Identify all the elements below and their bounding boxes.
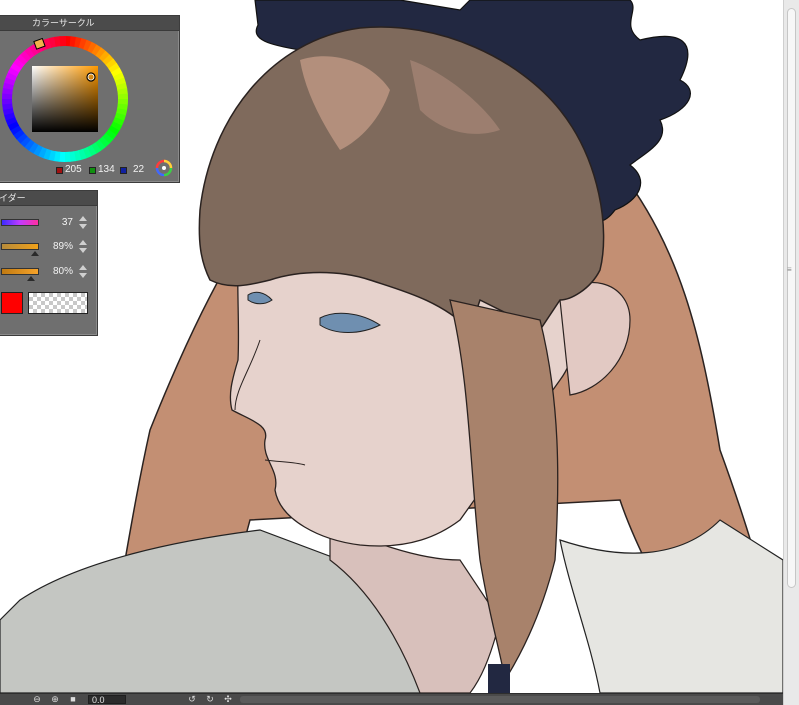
sub-color-swatch[interactable] (28, 292, 88, 314)
spin-down-icon[interactable] (79, 248, 87, 253)
saturation-marker[interactable] (30, 251, 39, 256)
saturation-value[interactable]: 89% (43, 241, 73, 252)
color-slider-panel: イダー 37 89% 80% (0, 190, 98, 336)
green-swatch (89, 167, 96, 174)
scroll-thumb[interactable] (787, 8, 796, 588)
panel-title: イダー (0, 191, 97, 206)
grip-icon: ≡ (787, 265, 792, 274)
color-circle-panel: カラーサークル 205 134 22 (0, 15, 180, 183)
hue-ring-segment (59, 36, 67, 47)
horizontal-scrollbar[interactable] (240, 696, 760, 703)
fit-icon[interactable]: ■ (68, 695, 78, 704)
red-swatch (56, 167, 63, 174)
brightness-slider-row[interactable]: 80% (0, 264, 95, 284)
hair-tie (488, 664, 510, 693)
green-value: 134 (98, 164, 115, 175)
brightness-marker[interactable] (27, 276, 36, 281)
vertical-scrollbar[interactable]: ≡ (783, 0, 799, 705)
saturation-stepper[interactable] (79, 240, 88, 256)
status-bar: ⊖ ⊕ ■ 0.0 ↺ ↻ ✣ (0, 693, 783, 705)
panel-title: カラーサークル (0, 16, 179, 31)
hue-slider-track[interactable] (1, 219, 39, 226)
blue-value: 22 (133, 164, 145, 175)
zoom-in-icon[interactable]: ⊕ (50, 695, 60, 704)
rotate-left-icon[interactable]: ↺ (187, 695, 197, 704)
brightness-stepper[interactable] (79, 265, 88, 281)
saturation-slider-row[interactable]: 89% (0, 239, 95, 259)
color-wheel[interactable] (0, 30, 181, 184)
rotate-right-icon[interactable]: ↻ (205, 695, 215, 704)
spin-up-icon[interactable] (79, 216, 87, 221)
hue-value[interactable]: 37 (43, 217, 73, 228)
main-color-swatch[interactable] (1, 292, 23, 314)
brightness-value[interactable]: 80% (43, 266, 73, 277)
spin-up-icon[interactable] (79, 265, 87, 270)
brightness-slider-track[interactable] (1, 268, 39, 275)
red-value: 205 (65, 164, 82, 175)
saturation-slider-track[interactable] (1, 243, 39, 250)
color-wheel-icon[interactable] (155, 159, 173, 177)
spin-up-icon[interactable] (79, 240, 87, 245)
coordinate-readout[interactable]: 0.0 (88, 695, 126, 705)
blue-swatch (120, 167, 127, 174)
hue-stepper[interactable] (79, 216, 88, 232)
reset-rotation-icon[interactable]: ✣ (223, 695, 233, 704)
zoom-out-icon[interactable]: ⊖ (32, 695, 42, 704)
spin-down-icon[interactable] (79, 273, 87, 278)
hue-slider-row[interactable]: 37 (0, 215, 95, 235)
spin-down-icon[interactable] (79, 224, 87, 229)
